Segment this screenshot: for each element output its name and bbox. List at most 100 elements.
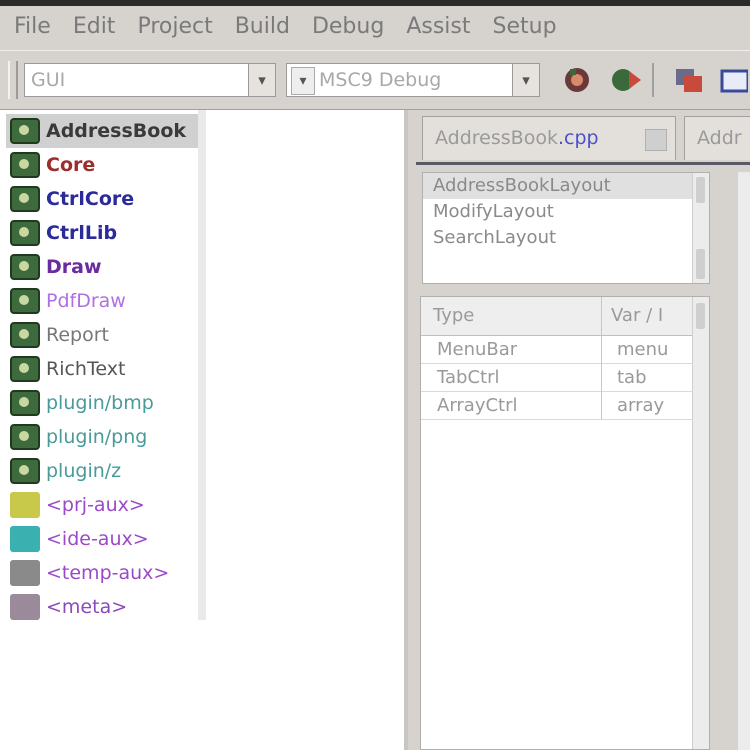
close-icon[interactable] — [645, 129, 667, 151]
tab-addr[interactable]: Addr — [684, 116, 750, 160]
menu-build[interactable]: Build — [235, 14, 290, 39]
tree-item-label: PdfDraw — [46, 290, 126, 312]
tree-item[interactable]: <meta> — [6, 590, 204, 624]
folder-icon — [10, 492, 40, 518]
tree-item-label: RichText — [46, 358, 126, 380]
tree-item-label: <meta> — [46, 596, 128, 618]
tree-item-label: AddressBook — [46, 120, 187, 142]
debug-button[interactable] — [670, 63, 708, 97]
layout-item[interactable]: ModifyLayout — [423, 199, 709, 225]
toolbar: GUI ▾ ▾ MSC9 Debug ▾ — [0, 50, 750, 110]
column-header-var[interactable]: Var / I — [611, 305, 663, 326]
tree-item[interactable]: CtrlCore — [6, 182, 204, 216]
tree-item[interactable]: <ide-aux> — [6, 522, 204, 556]
menu-assist[interactable]: Assist — [406, 14, 470, 39]
package-icon — [10, 390, 40, 416]
config-check-icon[interactable]: ▾ — [291, 67, 315, 95]
table-row[interactable]: MenuBar menu — [421, 335, 695, 364]
column-divider[interactable] — [601, 297, 602, 419]
tree-item[interactable]: PdfDraw — [6, 284, 204, 318]
scroll-thumb[interactable] — [696, 249, 705, 279]
tree-item[interactable]: plugin/png — [6, 420, 204, 454]
scroll-thumb[interactable] — [696, 303, 705, 329]
table-cell: TabCtrl — [437, 367, 500, 388]
layout-item[interactable]: SearchLayout — [423, 225, 709, 251]
run-icon — [612, 69, 641, 91]
tree-item-label: Draw — [46, 256, 102, 278]
package-tree: AddressBook Core CtrlCore CtrlLib Draw PdfDra… — [6, 114, 204, 624]
config-combo[interactable]: ▾ MSC9 Debug ▾ — [286, 63, 540, 97]
run-button[interactable] — [606, 63, 644, 97]
tree-item[interactable]: AddressBook — [6, 114, 204, 148]
table-cell: array — [617, 395, 665, 416]
tree-item-label: plugin/bmp — [46, 392, 154, 414]
chevron-down-icon[interactable]: ▾ — [248, 64, 275, 96]
package-icon — [10, 356, 40, 382]
debug-icon — [676, 69, 702, 92]
package-tree-scrollbar[interactable] — [198, 110, 206, 620]
tab-ext: .cpp — [557, 127, 599, 149]
menu-file[interactable]: File — [14, 14, 51, 39]
tree-item-label: plugin/png — [46, 426, 148, 448]
package-icon — [10, 152, 40, 178]
package-icon — [10, 288, 40, 314]
file-tabs: AddressBook.cpp Addr — [416, 110, 750, 165]
tree-item-label: Report — [46, 324, 109, 346]
panel-splitter[interactable] — [408, 110, 416, 750]
column-header-type[interactable]: Type — [433, 305, 474, 326]
table-header: Type Var / I — [421, 297, 695, 336]
window-button[interactable] — [714, 63, 750, 97]
layout-item[interactable]: AddressBookLayout — [423, 173, 709, 199]
package-icon — [10, 424, 40, 450]
tree-item-label: <ide-aux> — [46, 528, 149, 550]
tree-item[interactable]: <temp-aux> — [6, 556, 204, 590]
menu-project[interactable]: Project — [137, 14, 212, 39]
table-cell: ArrayCtrl — [437, 395, 518, 416]
layout-list-scrollbar[interactable] — [692, 173, 709, 283]
table-row[interactable]: ArrayCtrl array — [421, 391, 695, 420]
editor-panel: AddressBook.cpp Addr AddressBookLayout M… — [416, 110, 750, 750]
chevron-down-icon[interactable]: ▾ — [512, 64, 539, 96]
scroll-thumb[interactable] — [696, 177, 705, 203]
tree-item[interactable]: CtrlLib — [6, 216, 204, 250]
tree-item[interactable]: Report — [6, 318, 204, 352]
tree-item[interactable]: Core — [6, 148, 204, 182]
tree-item-label: CtrlLib — [46, 222, 118, 244]
package-icon — [10, 186, 40, 212]
menu-debug[interactable]: Debug — [312, 14, 384, 39]
table-cell: MenuBar — [437, 339, 518, 360]
tree-item-label: <prj-aux> — [46, 494, 145, 516]
folder-icon — [10, 526, 40, 552]
menu-bar: File Edit Project Build Debug Assist Set… — [0, 6, 750, 46]
tab-addressbook-cpp[interactable]: AddressBook.cpp — [422, 116, 676, 160]
right-edge-scrollbar[interactable] — [738, 172, 750, 750]
tree-item[interactable]: plugin/bmp — [6, 386, 204, 420]
tree-item[interactable]: plugin/z — [6, 454, 204, 488]
tree-item[interactable]: <prj-aux> — [6, 488, 204, 522]
toolbar-separator — [652, 63, 654, 97]
folder-icon — [10, 594, 40, 620]
tree-item[interactable]: Draw — [6, 250, 204, 284]
tree-item-label: Core — [46, 154, 96, 176]
tab-label: Addr — [697, 127, 742, 149]
table-cell: tab — [617, 367, 647, 388]
window-icon — [720, 69, 748, 93]
tab-label: AddressBook — [435, 127, 558, 149]
package-combo[interactable]: GUI ▾ — [24, 63, 276, 97]
toolbar-grip[interactable] — [8, 61, 18, 99]
package-icon — [10, 220, 40, 246]
package-icon — [10, 322, 40, 348]
table-scrollbar[interactable] — [692, 297, 709, 749]
package-icon — [10, 458, 40, 484]
tree-item-label: plugin/z — [46, 460, 122, 482]
package-icon — [10, 254, 40, 280]
table-row[interactable]: TabCtrl tab — [421, 363, 695, 392]
config-combo-value: MSC9 Debug — [319, 69, 442, 91]
tree-item[interactable]: RichText — [6, 352, 204, 386]
build-button[interactable] — [558, 63, 596, 97]
package-icon — [10, 118, 40, 144]
menu-edit[interactable]: Edit — [73, 14, 116, 39]
menu-setup[interactable]: Setup — [493, 14, 557, 39]
package-combo-value: GUI — [31, 69, 66, 91]
package-panel: AddressBook Core CtrlCore CtrlLib Draw PdfDra… — [0, 110, 408, 750]
